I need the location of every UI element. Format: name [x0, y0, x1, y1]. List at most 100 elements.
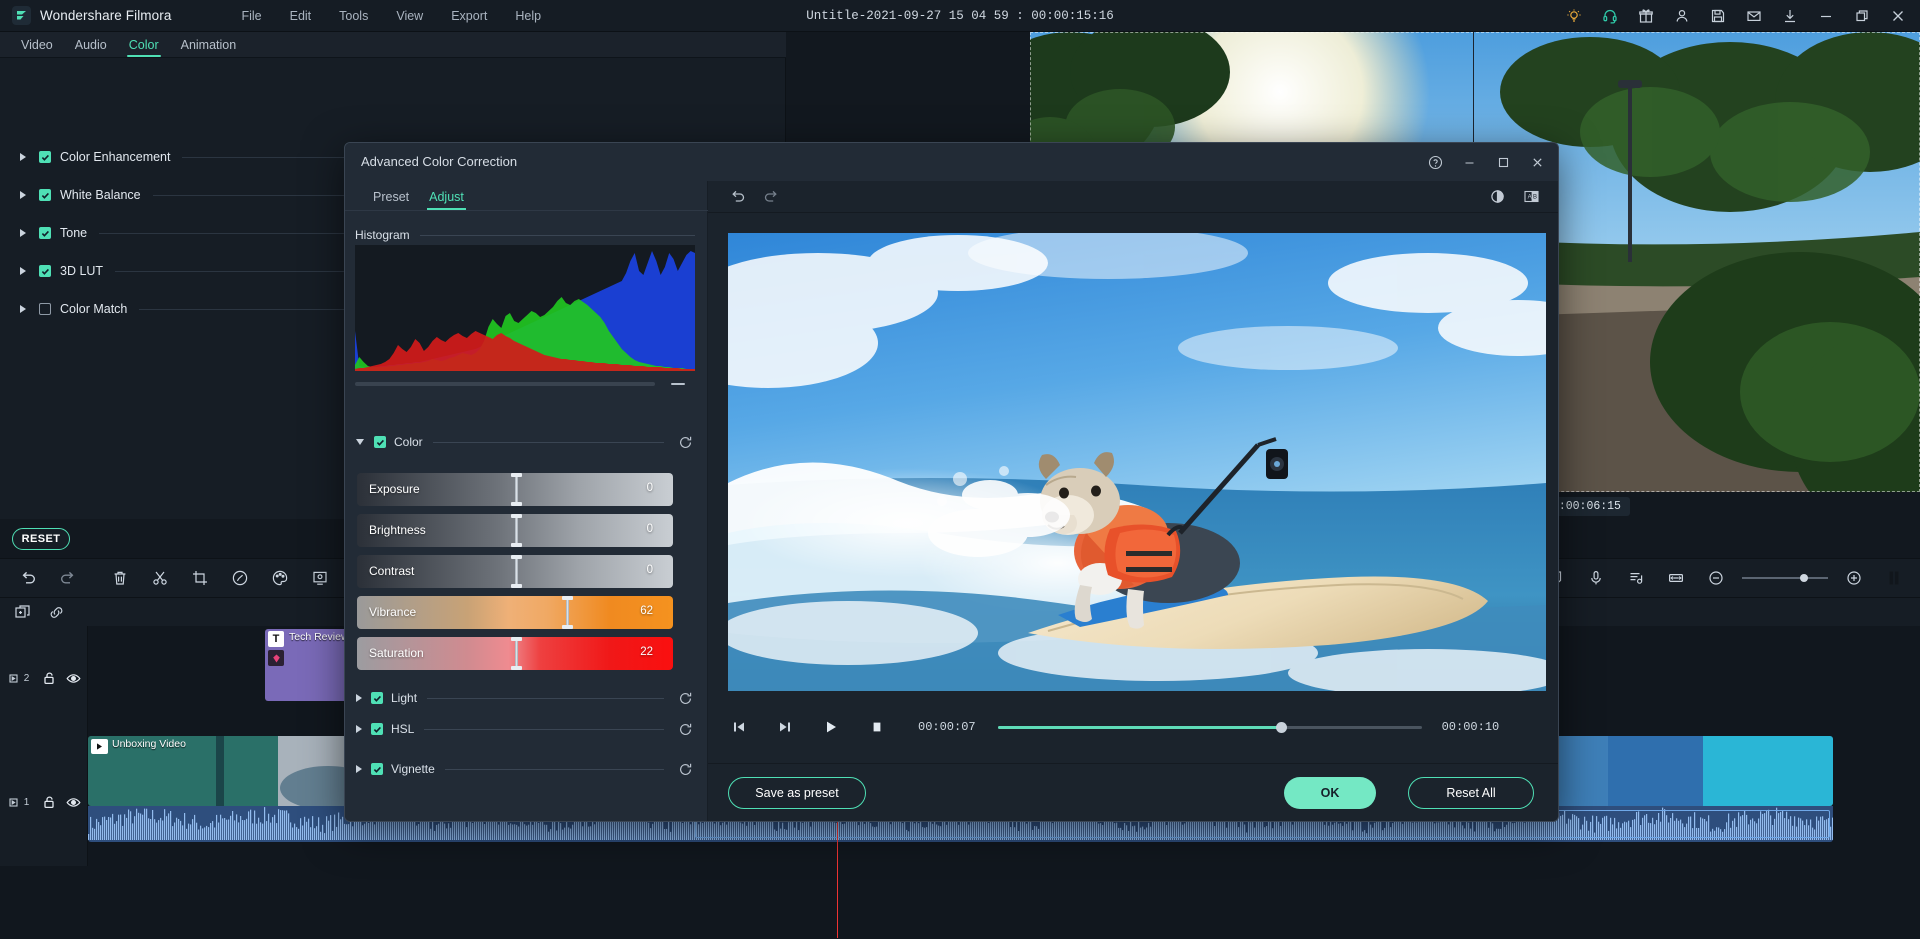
menu-help[interactable]: Help: [501, 5, 555, 27]
checkbox-vignette[interactable]: [371, 763, 383, 775]
checkbox-hsl[interactable]: [371, 723, 383, 735]
compare-icon[interactable]: [1480, 181, 1514, 213]
add-track-icon[interactable]: [8, 602, 36, 622]
collapse-triangle-icon[interactable]: [356, 439, 364, 445]
timeline-zoom-knob[interactable]: [1800, 574, 1808, 582]
color-palette-icon[interactable]: [260, 558, 300, 598]
track-1-visibility-icon[interactable]: [62, 792, 84, 812]
account-icon[interactable]: [1664, 0, 1700, 32]
menu-view[interactable]: View: [382, 5, 437, 27]
timeline-zoom-slider[interactable]: [1742, 574, 1828, 582]
reset-button[interactable]: RESET: [12, 528, 70, 550]
slider-handle[interactable]: [561, 596, 573, 629]
slider-handle[interactable]: [511, 473, 522, 506]
lightbulb-icon[interactable]: [1556, 0, 1592, 32]
checkbox-tone[interactable]: [39, 227, 51, 239]
expand-triangle-icon[interactable]: [20, 153, 26, 161]
crop-icon[interactable]: [180, 558, 220, 598]
expand-triangle-icon[interactable]: [356, 765, 362, 773]
slider-handle[interactable]: [511, 514, 522, 547]
ok-button[interactable]: OK: [1284, 777, 1376, 809]
section-light[interactable]: Light: [345, 689, 708, 707]
next-frame-icon[interactable]: [768, 711, 802, 743]
slider-vibrance[interactable]: Vibrance 62: [357, 596, 673, 629]
pause-bars-icon[interactable]: [1874, 558, 1914, 598]
reset-color-section-icon[interactable]: [674, 431, 696, 453]
redo-icon[interactable]: [48, 558, 88, 598]
checkbox-light[interactable]: [371, 692, 383, 704]
speed-icon[interactable]: [220, 558, 260, 598]
slider-brightness[interactable]: Brightness 0: [357, 514, 673, 547]
menu-file[interactable]: File: [227, 5, 275, 27]
track-2-visibility-icon[interactable]: [62, 668, 84, 688]
checkbox-color-match[interactable]: [39, 303, 51, 315]
close-icon[interactable]: [1880, 0, 1916, 32]
mail-icon[interactable]: [1736, 0, 1772, 32]
color-section-header[interactable]: Color: [345, 433, 708, 451]
dialog-tab-adjust[interactable]: Adjust: [419, 188, 474, 210]
checkbox-color-section[interactable]: [374, 436, 386, 448]
player-progress-bar[interactable]: [997, 721, 1422, 733]
split-scissors-icon[interactable]: [140, 558, 180, 598]
split-view-icon[interactable]: AB: [1514, 181, 1548, 213]
menu-tools[interactable]: Tools: [325, 5, 382, 27]
slider-handle[interactable]: [511, 637, 522, 670]
fit-icon[interactable]: [1656, 558, 1696, 598]
delete-icon[interactable]: [100, 558, 140, 598]
zoom-out-icon[interactable]: [1696, 558, 1736, 598]
save-icon[interactable]: [1700, 0, 1736, 32]
expand-triangle-icon[interactable]: [356, 725, 362, 733]
stop-icon[interactable]: [860, 711, 894, 743]
reset-all-button[interactable]: Reset All: [1408, 777, 1534, 809]
minimize-icon[interactable]: [1452, 145, 1486, 179]
slider-saturation[interactable]: Saturation 22: [357, 637, 673, 670]
slider-exposure[interactable]: Exposure 0: [357, 473, 673, 506]
track-2-lock-icon[interactable]: [38, 668, 60, 688]
tab-video[interactable]: Video: [10, 36, 64, 57]
histogram-scrollbar-thumb[interactable]: [355, 382, 655, 386]
checkbox-white-balance[interactable]: [39, 189, 51, 201]
headset-icon[interactable]: [1592, 0, 1628, 32]
reset-hsl-icon[interactable]: [674, 718, 696, 740]
save-as-preset-button[interactable]: Save as preset: [728, 777, 866, 809]
maximize-icon[interactable]: [1486, 145, 1520, 179]
help-icon[interactable]: [1418, 145, 1452, 179]
gift-icon[interactable]: [1628, 0, 1664, 32]
tab-color[interactable]: Color: [118, 36, 170, 57]
close-icon[interactable]: [1520, 145, 1554, 179]
slider-contrast[interactable]: Contrast 0: [357, 555, 673, 588]
tab-animation[interactable]: Animation: [170, 36, 248, 57]
expand-triangle-icon[interactable]: [356, 694, 362, 702]
track-1-lock-icon[interactable]: [38, 792, 60, 812]
expand-triangle-icon[interactable]: [20, 305, 26, 313]
mic-icon[interactable]: [1576, 558, 1616, 598]
link-icon[interactable]: [42, 602, 70, 622]
play-icon[interactable]: [814, 711, 848, 743]
section-vignette[interactable]: Vignette: [345, 760, 708, 778]
tab-audio[interactable]: Audio: [64, 36, 118, 57]
expand-triangle-icon[interactable]: [20, 191, 26, 199]
dialog-video-preview[interactable]: [728, 233, 1546, 691]
expand-triangle-icon[interactable]: [20, 267, 26, 275]
checkbox-3d-lut[interactable]: [39, 265, 51, 277]
slider-handle[interactable]: [511, 555, 522, 588]
expand-triangle-icon[interactable]: [20, 229, 26, 237]
undo-icon[interactable]: [8, 558, 48, 598]
undo-icon[interactable]: [720, 181, 754, 213]
reset-light-icon[interactable]: [674, 687, 696, 709]
menu-edit[interactable]: Edit: [276, 5, 326, 27]
zoom-in-icon[interactable]: [1834, 558, 1874, 598]
dialog-tab-preset[interactable]: Preset: [363, 188, 419, 210]
minimize-icon[interactable]: [1808, 0, 1844, 32]
histogram-scrollbar[interactable]: [355, 381, 695, 387]
prev-frame-icon[interactable]: [722, 711, 756, 743]
download-icon[interactable]: [1772, 0, 1808, 32]
checkbox-color-enhancement[interactable]: [39, 151, 51, 163]
restore-icon[interactable]: [1844, 0, 1880, 32]
snapshot-icon[interactable]: [300, 558, 340, 598]
redo-icon[interactable]: [754, 181, 788, 213]
marker-icon[interactable]: [1616, 558, 1656, 598]
reset-vignette-icon[interactable]: [674, 758, 696, 780]
menu-export[interactable]: Export: [437, 5, 501, 27]
section-hsl[interactable]: HSL: [345, 720, 708, 738]
